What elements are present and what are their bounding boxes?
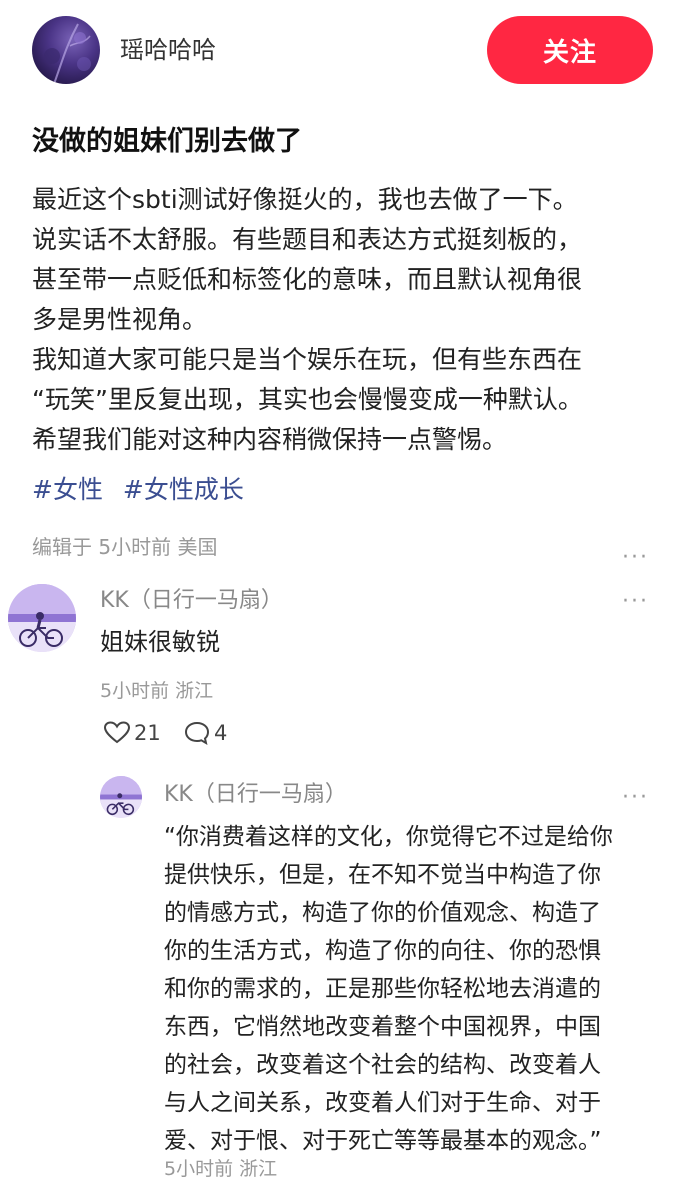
like-count: 21	[134, 721, 161, 745]
author-name[interactable]: 瑶哈哈哈	[120, 34, 216, 66]
follow-button[interactable]: 关注	[487, 16, 653, 84]
reply-text-line: 东西，它悄然地改变着整个中国视界，中国	[164, 1014, 601, 1040]
avatar-image-icon	[44, 23, 91, 84]
post-body-line: 最近这个sbti测试好像挺火的，我也去做了一下。	[32, 185, 578, 214]
post-tags: #女性 #女性成长	[32, 470, 256, 510]
post-body-line: 多是男性视角。	[32, 305, 208, 334]
reply-text-line: 的情感方式，构造了你的价值观念、构造了	[164, 900, 601, 926]
post-body: 最近这个sbti测试好像挺火的，我也去做了一下。 说实话不太舒服。有些题目和表达…	[32, 180, 662, 460]
author-avatar[interactable]	[32, 16, 100, 84]
reply-button[interactable]: 4	[184, 718, 227, 748]
reply-avatar[interactable]	[100, 776, 142, 818]
cyclist-avatar-icon	[8, 584, 76, 652]
reply-count: 4	[214, 721, 228, 745]
comment-meta: 5小时前 浙江	[100, 680, 214, 702]
heart-icon	[104, 721, 130, 744]
reply-more-icon[interactable]: ···	[622, 787, 649, 809]
reply-text-line: 提供快乐，但是，在不知不觉当中构造了你	[164, 862, 601, 888]
post-body-line: 甚至带一点贬低和标签化的意味，而且默认视角很	[32, 265, 583, 294]
post-body-line: “玩笑”里反复出现，其实也会慢慢变成一种默认。	[32, 385, 583, 414]
reply-text-line: 与人之间关系，改变着人们对于生命、对于	[164, 1090, 601, 1116]
like-button[interactable]: 21	[104, 718, 161, 748]
reply-text: “你消费着这样的文化，你觉得它不过是给你 提供快乐，但是，在不知不觉当中构造了你…	[164, 818, 664, 1160]
comment-avatar[interactable]	[8, 584, 76, 652]
post-meta: 编辑于 5小时前 美国	[32, 535, 218, 559]
tag-women[interactable]: #女性	[32, 475, 103, 504]
comment-author[interactable]: KK（日行一马扇）	[100, 586, 283, 616]
post-title: 没做的姐妹们别去做了	[32, 126, 302, 157]
reply-meta: 5小时前 浙江	[164, 1158, 278, 1180]
reply-text-line: 你的生活方式，构造了你的向往、你的恐惧	[164, 938, 601, 964]
comment-more-icon[interactable]: ···	[622, 591, 649, 613]
post-body-line: 说实话不太舒服。有些题目和表达方式挺刻板的，	[32, 225, 583, 254]
tag-women-growth[interactable]: #女性成长	[123, 475, 244, 504]
post-header: 瑶哈哈哈 关注	[0, 0, 682, 100]
reply-text-line: “你消费着这样的文化，你觉得它不过是给你	[164, 824, 613, 850]
comment-bubble-icon	[184, 721, 210, 745]
cyclist-avatar-icon	[100, 776, 142, 818]
reply-author[interactable]: KK（日行一马扇）	[164, 780, 347, 810]
comment-text: 姐妹很敏锐	[100, 628, 220, 656]
post-body-line: 我知道大家可能只是当个娱乐在玩，但有些东西在	[32, 345, 583, 374]
post-more-icon[interactable]: ···	[622, 547, 649, 569]
reply-text-line: 和你的需求的，正是那些你轻松地去消遣的	[164, 976, 601, 1002]
post-body-line: 希望我们能对这种内容稍微保持一点警惕。	[32, 425, 508, 454]
reply-text-line: 的社会，改变着这个社会的结构、改变着人	[164, 1052, 601, 1078]
